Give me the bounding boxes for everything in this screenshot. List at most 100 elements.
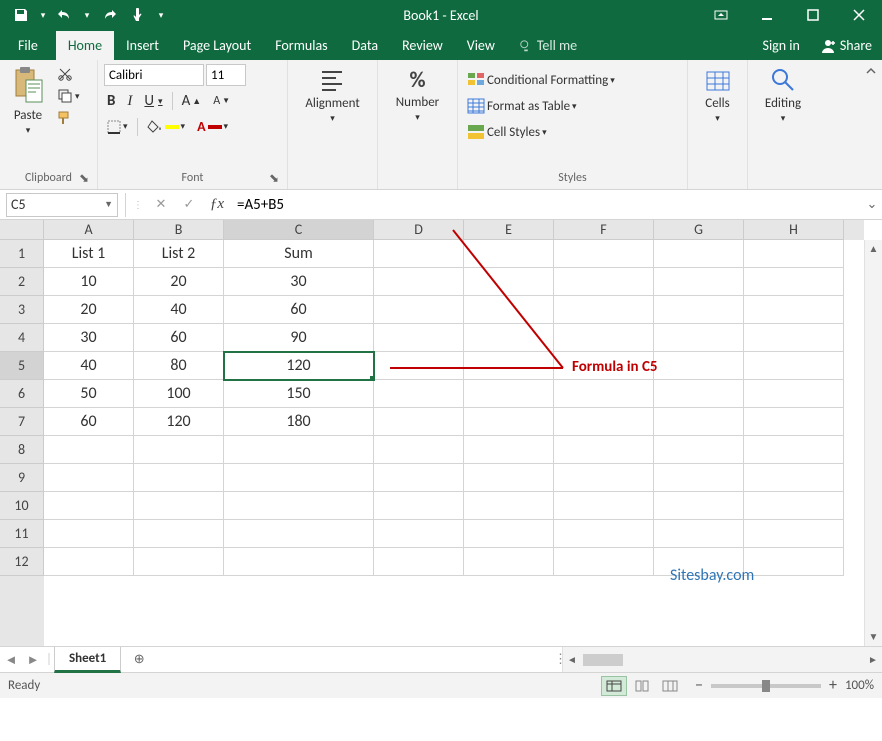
row-header[interactable]: 11 [0, 520, 44, 548]
share-button[interactable]: Share [810, 31, 882, 60]
cell[interactable] [374, 324, 464, 352]
cell[interactable] [374, 408, 464, 436]
enter-formula-button[interactable]: ✓ [175, 193, 203, 217]
cell[interactable]: 90 [224, 324, 374, 352]
cell[interactable] [654, 464, 744, 492]
cell[interactable] [554, 548, 654, 576]
cell[interactable]: 30 [224, 268, 374, 296]
cell[interactable]: 150 [224, 380, 374, 408]
tab-data[interactable]: Data [340, 31, 390, 60]
cell[interactable]: Sum [224, 240, 374, 268]
cell[interactable] [744, 324, 844, 352]
cell[interactable] [374, 492, 464, 520]
tab-home[interactable]: Home [56, 31, 114, 60]
sign-in-button[interactable]: Sign in [753, 31, 810, 60]
cell[interactable] [374, 296, 464, 324]
scroll-down-button[interactable]: ▼ [865, 628, 882, 646]
column-header[interactable]: B [134, 220, 224, 240]
grow-font-button[interactable]: A▲ [179, 90, 205, 112]
cell[interactable] [134, 436, 224, 464]
new-sheet-button[interactable]: ⊕ [127, 650, 151, 670]
cell[interactable] [44, 548, 134, 576]
cell[interactable] [744, 268, 844, 296]
row-header[interactable]: 6 [0, 380, 44, 408]
cell[interactable]: 20 [44, 296, 134, 324]
page-layout-view-button[interactable] [629, 676, 655, 696]
cell[interactable]: 40 [134, 296, 224, 324]
cell[interactable] [134, 464, 224, 492]
cell[interactable] [224, 436, 374, 464]
cell[interactable]: 120 [224, 352, 374, 380]
cell[interactable] [744, 352, 844, 380]
cell[interactable] [654, 408, 744, 436]
cell[interactable] [554, 240, 654, 268]
cell[interactable] [744, 520, 844, 548]
cell-area[interactable]: List 1List 2Sum1020302040603060904080120… [44, 240, 864, 646]
conditional-formatting-button[interactable]: Conditional Formatting▾ [464, 70, 618, 90]
cell[interactable] [464, 352, 554, 380]
cell[interactable] [464, 464, 554, 492]
cell[interactable] [554, 408, 654, 436]
cell[interactable] [374, 464, 464, 492]
alignment-button[interactable]: Alignment▾ [299, 64, 365, 126]
cell-styles-button[interactable]: Cell Styles▾ [464, 122, 550, 142]
editing-button[interactable]: Editing▾ [759, 64, 807, 126]
cell[interactable] [374, 380, 464, 408]
formula-input[interactable] [231, 193, 862, 217]
cell[interactable]: 10 [44, 268, 134, 296]
select-all-corner[interactable] [0, 220, 44, 240]
font-name-combo[interactable] [104, 64, 204, 86]
cell[interactable] [554, 296, 654, 324]
column-header[interactable]: H [744, 220, 844, 240]
row-header[interactable]: 3 [0, 296, 44, 324]
cell[interactable] [554, 380, 654, 408]
zoom-out-button[interactable]: − [695, 676, 703, 695]
column-header[interactable]: F [554, 220, 654, 240]
scroll-right-button[interactable]: ► [864, 653, 882, 666]
vertical-scrollbar[interactable]: ▲ ▼ [864, 240, 882, 646]
tab-insert[interactable]: Insert [114, 31, 171, 60]
cell[interactable]: 30 [44, 324, 134, 352]
clipboard-launcher[interactable]: ⬊ [77, 171, 91, 185]
copy-button[interactable]: ▾ [54, 86, 83, 106]
row-header[interactable]: 10 [0, 492, 44, 520]
cell[interactable] [134, 492, 224, 520]
column-header[interactable]: G [654, 220, 744, 240]
horizontal-scrollbar[interactable]: ◄ ► [562, 647, 882, 672]
zoom-in-button[interactable]: + [829, 676, 837, 695]
cell[interactable]: 60 [134, 324, 224, 352]
sheet-tab[interactable]: Sheet1 [54, 647, 121, 673]
row-header[interactable]: 9 [0, 464, 44, 492]
tell-me-search[interactable]: Tell me [507, 31, 589, 60]
cell[interactable] [464, 548, 554, 576]
cell[interactable] [224, 548, 374, 576]
cell[interactable] [464, 268, 554, 296]
cell[interactable] [134, 548, 224, 576]
cell[interactable] [44, 464, 134, 492]
column-header[interactable]: A [44, 220, 134, 240]
column-header[interactable]: C [224, 220, 374, 240]
cell[interactable] [464, 492, 554, 520]
name-box-dropdown[interactable]: ▼ [104, 199, 113, 210]
cell[interactable] [134, 520, 224, 548]
cell[interactable] [744, 380, 844, 408]
sheet-nav-next[interactable]: ► [22, 652, 44, 668]
cell[interactable] [554, 464, 654, 492]
tab-formulas[interactable]: Formulas [263, 31, 339, 60]
name-box[interactable]: C5 ▼ [6, 193, 118, 217]
cell[interactable] [554, 324, 654, 352]
row-header[interactable]: 1 [0, 240, 44, 268]
font-size-combo[interactable] [206, 64, 246, 86]
page-break-view-button[interactable] [657, 676, 683, 696]
cell[interactable] [654, 296, 744, 324]
cells-button[interactable]: Cells▾ [698, 64, 738, 126]
cell[interactable] [374, 436, 464, 464]
insert-function-button[interactable]: ƒx [203, 193, 231, 217]
cell[interactable] [654, 436, 744, 464]
close-button[interactable] [836, 0, 882, 30]
scroll-left-button[interactable]: ◄ [563, 653, 581, 666]
maximize-button[interactable] [790, 0, 836, 30]
cell[interactable] [744, 492, 844, 520]
zoom-slider[interactable] [711, 684, 821, 688]
cell[interactable]: 80 [134, 352, 224, 380]
